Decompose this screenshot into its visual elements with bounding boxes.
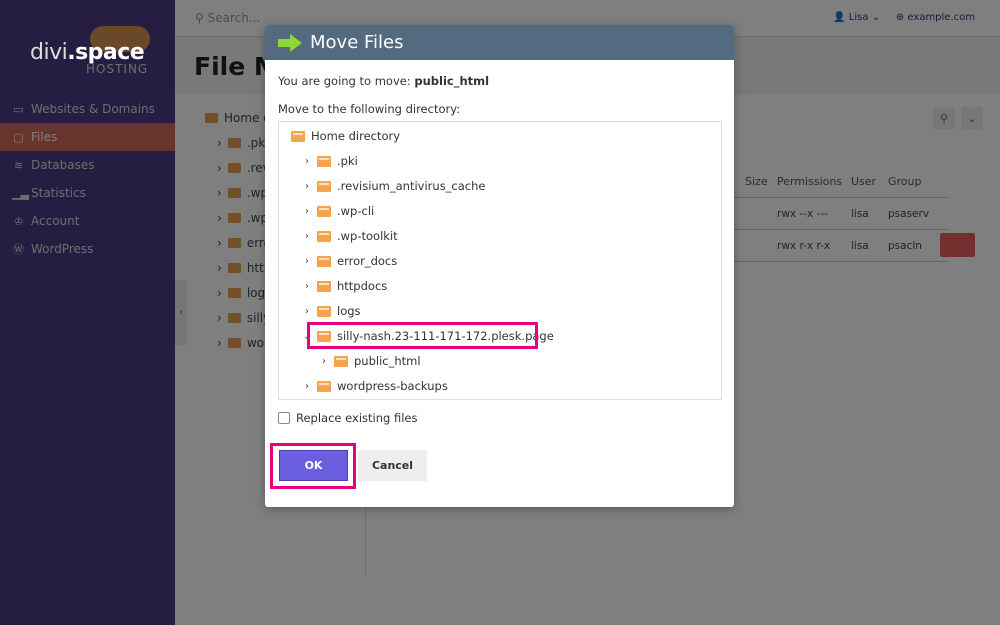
dialog-header: Move Files — [265, 25, 734, 60]
directory-label: public_html — [354, 354, 421, 368]
directory-label: wordpress-backups — [337, 379, 448, 393]
directory-label: .pki — [337, 154, 358, 168]
arrow-right-icon — [278, 33, 302, 52]
folder-icon — [334, 355, 348, 367]
directory-label: httpdocs — [337, 279, 388, 293]
chevron-right-icon[interactable]: › — [303, 281, 311, 292]
directory-tree: Home directory › .pki › .revisium_antivirus_… — [278, 121, 722, 400]
dialog-title: Move Files — [310, 32, 404, 53]
chevron-right-icon[interactable]: › — [320, 356, 328, 367]
folder-icon — [317, 155, 331, 167]
destination-label: Move to the following directory: — [278, 102, 461, 116]
directory-label: error_docs — [337, 254, 398, 268]
directory-label: .wp-cli — [337, 204, 375, 218]
brand-name-bold: .space — [67, 40, 145, 65]
directory-label: logs — [337, 304, 361, 318]
checkbox[interactable] — [278, 412, 290, 424]
move-summary: You are going to move: public_html — [278, 74, 489, 88]
folder-icon — [317, 305, 331, 317]
directory-node[interactable]: › .wp-toolkit — [303, 226, 398, 246]
directory-node[interactable]: › error_docs — [303, 251, 397, 271]
move-files-dialog: Move Files You are going to move: public… — [265, 25, 734, 507]
chevron-right-icon[interactable]: › — [303, 381, 311, 392]
checkbox-label: Replace existing files — [296, 411, 418, 425]
chevron-right-icon[interactable]: › — [303, 231, 311, 242]
chevron-right-icon[interactable]: › — [303, 181, 311, 192]
directory-node[interactable]: › httpdocs — [303, 276, 387, 296]
selection-highlight — [307, 322, 538, 349]
folder-icon — [317, 255, 331, 267]
chevron-right-icon[interactable]: › — [303, 256, 311, 267]
folder-icon — [291, 130, 305, 142]
directory-node[interactable]: › .revisium_antivirus_cache — [303, 176, 486, 196]
brand-name: divi — [30, 40, 68, 65]
directory-node[interactable]: › public_html — [320, 351, 421, 371]
ok-button[interactable]: OK — [279, 450, 348, 481]
directory-label: .wp-toolkit — [337, 229, 398, 243]
directory-label: Home directory — [311, 129, 401, 143]
folder-icon — [317, 280, 331, 292]
folder-icon — [317, 180, 331, 192]
directory-label: .revisium_antivirus_cache — [337, 179, 486, 193]
moved-item: public_html — [414, 74, 490, 88]
directory-node[interactable]: › logs — [303, 301, 361, 321]
directory-node[interactable]: › .wp-cli — [303, 201, 374, 221]
directory-node[interactable]: › .pki — [303, 151, 358, 171]
chevron-right-icon[interactable]: › — [303, 306, 311, 317]
folder-icon — [317, 205, 331, 217]
folder-icon — [317, 230, 331, 242]
intro-text: You are going to move: — [278, 74, 411, 88]
chevron-right-icon[interactable]: › — [303, 206, 311, 217]
directory-node[interactable]: › wordpress-backups — [303, 376, 448, 396]
directory-node[interactable]: Home directory — [291, 126, 400, 146]
replace-existing-checkbox[interactable]: Replace existing files — [278, 411, 417, 425]
chevron-right-icon[interactable]: › — [303, 156, 311, 167]
folder-icon — [317, 380, 331, 392]
cancel-button[interactable]: Cancel — [358, 450, 427, 481]
